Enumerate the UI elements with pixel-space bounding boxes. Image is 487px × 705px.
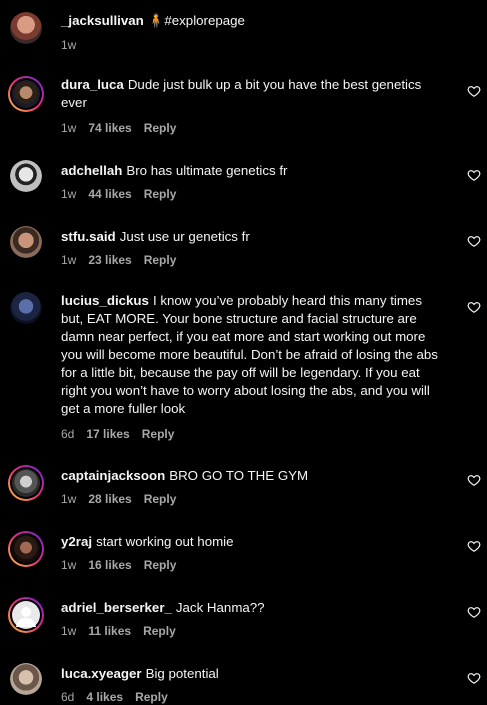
comment-time: 1w [61, 492, 77, 506]
comment-text: luca.xyeager Big potential [61, 665, 447, 683]
reply-button[interactable]: Reply [144, 187, 177, 201]
comment-time: 1w [61, 187, 77, 201]
avatar[interactable] [8, 76, 44, 112]
comment-username[interactable]: y2raj [61, 534, 92, 549]
comment-body: I know you’ve probably heard this many t… [61, 293, 438, 416]
comment-likes[interactable]: 28 likes [88, 492, 131, 506]
comment-body: start working out homie [96, 534, 234, 549]
comment-username[interactable]: stfu.said [61, 229, 116, 244]
comment-meta: 6d 17 likes Reply [61, 427, 186, 441]
avatar[interactable] [8, 597, 44, 633]
reply-button[interactable]: Reply [144, 492, 177, 506]
reply-button[interactable]: Reply [143, 624, 176, 638]
comment-username[interactable]: dura_luca [61, 77, 124, 92]
heart-outline-icon[interactable] [467, 300, 481, 314]
comment-likes[interactable]: 44 likes [88, 187, 131, 201]
reply-button[interactable]: Reply [142, 427, 175, 441]
reply-button[interactable]: Reply [144, 121, 177, 135]
comment-username[interactable]: lucius_dickus [61, 293, 149, 308]
caption-meta: 1w [61, 38, 88, 52]
comment-body: Jack Hanma?? [175, 600, 265, 615]
comment-text: adriel_berserker_ Jack Hanma?? [61, 599, 447, 617]
heart-outline-icon[interactable] [467, 84, 481, 98]
comment-meta: 1w 44 likes Reply [61, 187, 188, 201]
comment-meta: 1w 16 likes Reply [61, 558, 188, 572]
comment-meta: 1w 23 likes Reply [61, 253, 188, 267]
comment-username[interactable]: adriel_berserker_ [61, 600, 172, 615]
heart-outline-icon[interactable] [467, 473, 481, 487]
person-standing-icon: 🧍 [147, 13, 165, 28]
avatar[interactable] [10, 292, 42, 324]
comment-meta: 1w 74 likes Reply [61, 121, 188, 135]
comment-likes[interactable]: 16 likes [88, 558, 131, 572]
comment-text: lucius_dickus I know you’ve probably hear… [61, 292, 447, 418]
comment-text: dura_luca Dude just bulk up a bit you hav… [61, 76, 447, 112]
reply-button[interactable]: Reply [135, 690, 168, 704]
comment-meta: 1w 28 likes Reply [61, 492, 188, 506]
avatar[interactable] [10, 226, 42, 258]
heart-outline-icon[interactable] [467, 605, 481, 619]
comment-time: 6d [61, 690, 75, 704]
comment-text: y2raj start working out homie [61, 533, 447, 551]
comment-likes[interactable]: 4 likes [86, 690, 123, 704]
comment-text: adchellah Bro has ultimate genetics fr [61, 162, 447, 180]
avatar[interactable] [8, 465, 44, 501]
comment-likes[interactable]: 74 likes [88, 121, 131, 135]
caption-time: 1w [61, 38, 77, 52]
comment-text: stfu.said Just use ur genetics fr [61, 228, 447, 246]
comment-body: Just use ur genetics fr [119, 229, 250, 244]
heart-outline-icon[interactable] [467, 168, 481, 182]
comment-meta: 1w 11 likes Reply [61, 624, 188, 638]
avatar[interactable] [8, 531, 44, 567]
comment-username[interactable]: luca.xyeager [61, 666, 142, 681]
caption-username[interactable]: _jacksullivan [61, 13, 144, 28]
comment-time: 6d [61, 427, 75, 441]
comment-likes[interactable]: 11 likes [88, 624, 131, 638]
comment-meta: 6d 4 likes Reply [61, 690, 180, 704]
reply-button[interactable]: Reply [144, 253, 177, 267]
comment-time: 1w [61, 558, 77, 572]
comment-likes[interactable]: 23 likes [88, 253, 131, 267]
reply-button[interactable]: Reply [144, 558, 177, 572]
avatar[interactable] [10, 12, 42, 44]
heart-outline-icon[interactable] [467, 671, 481, 685]
heart-outline-icon[interactable] [467, 539, 481, 553]
caption-hashtag[interactable]: #explorepage [164, 13, 245, 28]
comment-username[interactable]: captainjacksoon [61, 468, 165, 483]
comment-body: Bro has ultimate genetics fr [126, 163, 288, 178]
comment-username[interactable]: adchellah [61, 163, 122, 178]
avatar[interactable] [10, 663, 42, 695]
comment-body: Big potential [145, 666, 219, 681]
comment-likes[interactable]: 17 likes [86, 427, 129, 441]
comment-time: 1w [61, 624, 77, 638]
comment-text: captainjacksoon BRO GO TO THE GYM [61, 467, 447, 485]
comment-time: 1w [61, 253, 77, 267]
caption-text: _jacksullivan 🧍#explorepage [61, 12, 447, 30]
default-user-icon [16, 607, 36, 627]
comment-time: 1w [61, 121, 77, 135]
comment-body: BRO GO TO THE GYM [169, 468, 309, 483]
avatar[interactable] [10, 160, 42, 192]
heart-outline-icon[interactable] [467, 234, 481, 248]
